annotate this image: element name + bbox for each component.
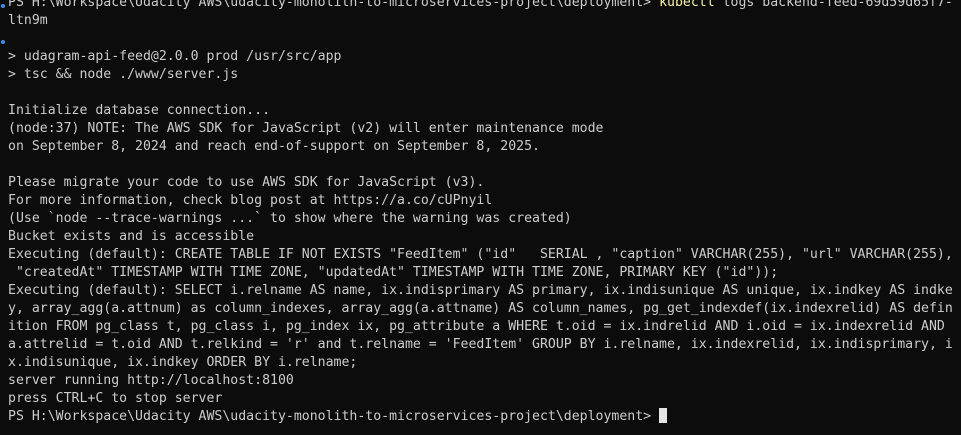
- terminal-window[interactable]: PS H:\Workspace\Udacity AWS\udacity-mono…: [0, 0, 961, 435]
- output-line: Initialize database connection...: [8, 103, 271, 118]
- text-cursor[interactable]: [659, 408, 668, 423]
- output-line: press CTRL+C to stop server: [8, 391, 223, 406]
- output-line: on September 8, 2024 and reach end-of-su…: [8, 139, 540, 154]
- output-line: Executing (default): CREATE TABLE IF NOT…: [8, 247, 953, 262]
- output-line: server running http://localhost:8100: [8, 373, 294, 388]
- output-line: (Use `node --trace-warnings ...` to show…: [8, 211, 572, 226]
- output-line: a.attrelid = t.oid AND t.relkind = 'r' a…: [8, 337, 953, 352]
- command-marker-icon: [1, 40, 5, 44]
- output-line: "createdAt" TIMESTAMP WITH TIME ZONE, "u…: [8, 265, 779, 280]
- output-line: > udagram-api-feed@2.0.0 prod /usr/src/a…: [8, 49, 342, 64]
- command-marker-icon: [1, 4, 5, 8]
- input-line[interactable]: PS H:\Workspace\Udacity AWS\udacity-mono…: [8, 408, 961, 426]
- prompt-text: PS H:\Workspace\Udacity AWS\udacity-mono…: [8, 409, 652, 424]
- output-line: ltn9m: [8, 13, 48, 28]
- command-line: PS H:\Workspace\Udacity AWS\udacity-mono…: [8, 0, 961, 12]
- command-name: kubectl: [659, 0, 715, 10]
- command-args: logs backend-feed-69d59d65f7-: [714, 0, 953, 10]
- output-line: (node:37) NOTE: The AWS SDK for JavaScri…: [8, 121, 604, 136]
- output-line: x.indisunique, ix.indkey ORDER BY i.reln…: [8, 355, 358, 370]
- output-line: > tsc && node ./www/server.js: [8, 67, 239, 82]
- output-line: y, array_agg(a.attnum) as column_indexes…: [8, 301, 953, 316]
- output-line: ition FROM pg_class t, pg_class i, pg_in…: [8, 319, 945, 334]
- output-line: For more information, check blog post at…: [8, 193, 493, 208]
- output-line: Please migrate your code to use AWS SDK …: [8, 175, 485, 190]
- output-line: Executing (default): SELECT i.relname AS…: [8, 283, 953, 298]
- output-line: Bucket exists and is accessible: [8, 229, 255, 244]
- prompt-text: PS H:\Workspace\Udacity AWS\udacity-mono…: [8, 0, 652, 10]
